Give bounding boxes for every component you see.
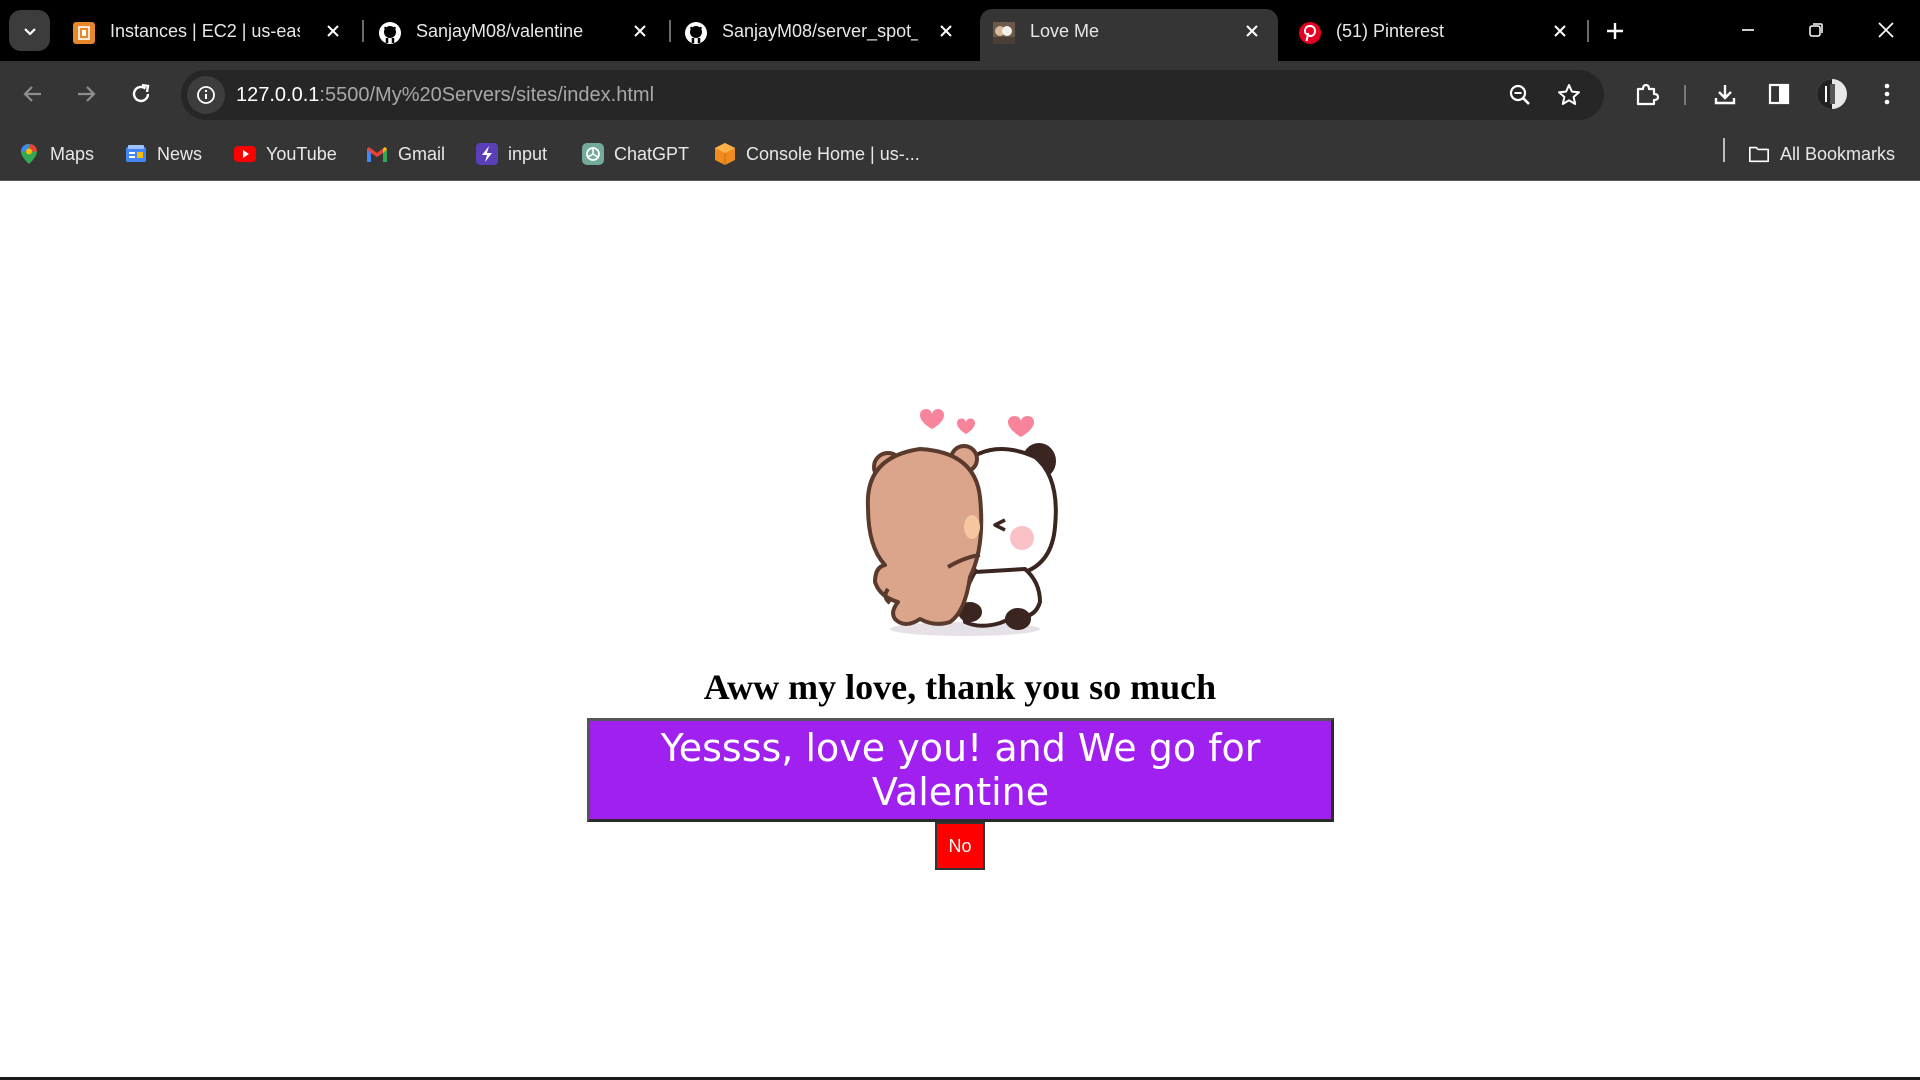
- page-thumbnail-icon: [993, 22, 1015, 44]
- close-window-button[interactable]: [1864, 8, 1908, 52]
- site-info-button[interactable]: [187, 76, 225, 114]
- tab-title: (51) Pinterest: [1336, 21, 1445, 41]
- tab-divider: [362, 20, 364, 42]
- new-tab-button[interactable]: [1597, 13, 1633, 49]
- arrow-left-icon: [23, 86, 41, 102]
- tab-pinterest[interactable]: (51) Pinterest: [1286, 9, 1586, 61]
- youtube-icon: [234, 143, 256, 165]
- hearts: [920, 409, 1034, 437]
- close-tab-icon[interactable]: [319, 17, 347, 45]
- tab-title: Instances | EC2 | us-east-: [110, 21, 300, 41]
- tab-strip: Instances | EC2 | us-east- SanjayM08/val…: [0, 0, 1920, 61]
- zoom-button[interactable]: [1502, 77, 1538, 113]
- bookmark-youtube[interactable]: YouTube: [234, 139, 337, 169]
- browser-toolbar: 127.0.0.1:5500/My%20Servers/sites/index.…: [0, 61, 1920, 128]
- side-panel-icon: [1768, 83, 1790, 105]
- github-icon: [685, 22, 707, 44]
- restore-icon: [1809, 23, 1823, 37]
- bookmark-label: YouTube: [266, 143, 337, 164]
- chevron-down-icon: [23, 27, 36, 36]
- restore-button[interactable]: [1794, 8, 1838, 52]
- github-icon: [379, 22, 401, 44]
- bookmark-star-button[interactable]: [1551, 77, 1587, 113]
- chatgpt-icon: [582, 143, 604, 165]
- tab-love-me[interactable]: Love Me: [980, 9, 1278, 61]
- tab-search-button[interactable]: [9, 10, 50, 51]
- avatar-icon: [1817, 79, 1847, 109]
- input-icon: [476, 143, 498, 165]
- tab-github-valentine[interactable]: SanjayM08/valentine: [366, 9, 666, 61]
- gmail-icon: [366, 143, 388, 165]
- tab-title: SanjayM08/valentine: [416, 21, 584, 41]
- tab-title: Love Me: [1030, 21, 1100, 41]
- maps-icon: [18, 143, 40, 165]
- url-text[interactable]: 127.0.0.1:5500/My%20Servers/sites/index.…: [236, 70, 654, 120]
- minimize-icon: [1742, 29, 1754, 31]
- star-icon: [1558, 84, 1580, 105]
- download-icon: [1714, 85, 1736, 105]
- tab-title: SanjayM08/server_spot_y: [722, 21, 918, 41]
- url-path: :5500/My%20Servers/sites/index.html: [319, 84, 655, 106]
- extensions-button[interactable]: [1627, 74, 1667, 114]
- close-tab-icon[interactable]: [626, 17, 654, 45]
- news-icon: [125, 143, 147, 165]
- arrow-right-icon: [78, 86, 96, 102]
- reload-icon: [132, 83, 150, 103]
- tab-divider: [1587, 20, 1589, 42]
- profile-button[interactable]: [1812, 74, 1852, 114]
- bookmarks-bar: Maps News YouTube Gmail input ChatGPT Co…: [0, 128, 1920, 181]
- bookmark-chatgpt[interactable]: ChatGPT: [582, 139, 689, 169]
- tab-github-server-spot[interactable]: SanjayM08/server_spot_y: [672, 9, 972, 61]
- minimize-button[interactable]: [1726, 8, 1770, 52]
- url-host: 127.0.0.1: [236, 84, 320, 106]
- bookmarks-divider: [1723, 138, 1725, 162]
- no-button[interactable]: No: [935, 822, 985, 870]
- page-content: Aww my love, thank you so much Yessss, l…: [0, 182, 1920, 1080]
- pinterest-icon: [1299, 22, 1321, 44]
- address-bar[interactable]: 127.0.0.1:5500/My%20Servers/sites/index.…: [181, 70, 1604, 120]
- toolbar-divider: [1684, 85, 1686, 105]
- side-panel-button[interactable]: [1759, 74, 1799, 114]
- downloads-button[interactable]: [1705, 74, 1745, 114]
- tab-divider: [669, 20, 671, 42]
- more-vertical-icon: [1884, 83, 1890, 105]
- bookmark-news[interactable]: News: [125, 139, 202, 169]
- all-bookmarks-button[interactable]: All Bookmarks: [1748, 139, 1895, 169]
- reload-button[interactable]: [121, 74, 161, 114]
- bookmark-label: input: [508, 143, 548, 164]
- close-icon: [1878, 22, 1894, 38]
- close-tab-icon[interactable]: [932, 17, 960, 45]
- close-tab-icon[interactable]: [1238, 17, 1266, 45]
- menu-button[interactable]: [1867, 74, 1907, 114]
- bookmark-label: Maps: [50, 143, 95, 164]
- all-bookmarks-label: All Bookmarks: [1780, 143, 1896, 164]
- bear: [865, 444, 984, 626]
- bookmark-label: Gmail: [398, 143, 446, 164]
- bookmark-label: News: [157, 143, 203, 164]
- folder-icon: [1748, 143, 1770, 165]
- forward-button[interactable]: [66, 74, 106, 114]
- aws-console-icon: [714, 143, 736, 165]
- aws-ec2-icon: [73, 22, 95, 44]
- bear-panda-hug-image: [865, 409, 1058, 636]
- back-button[interactable]: [13, 74, 53, 114]
- yes-button[interactable]: Yessss, love you! and We go for Valentin…: [587, 718, 1334, 822]
- close-tab-icon[interactable]: [1546, 17, 1574, 45]
- plus-icon: [1607, 23, 1623, 39]
- bookmark-aws-console[interactable]: Console Home | us-...: [714, 139, 920, 169]
- bookmark-label: ChatGPT: [614, 143, 690, 164]
- bookmark-input[interactable]: input: [476, 139, 547, 169]
- bookmark-gmail[interactable]: Gmail: [366, 139, 445, 169]
- zoom-icon: [1509, 84, 1530, 105]
- page-heading: Aww my love, thank you so much: [703, 667, 1217, 707]
- puzzle-icon: [1636, 83, 1660, 106]
- tab-ec2-instances[interactable]: Instances | EC2 | us-east-: [60, 9, 360, 61]
- info-icon: [197, 86, 215, 104]
- bookmark-maps[interactable]: Maps: [18, 139, 94, 169]
- bookmark-label: Console Home | us-...: [746, 143, 920, 164]
